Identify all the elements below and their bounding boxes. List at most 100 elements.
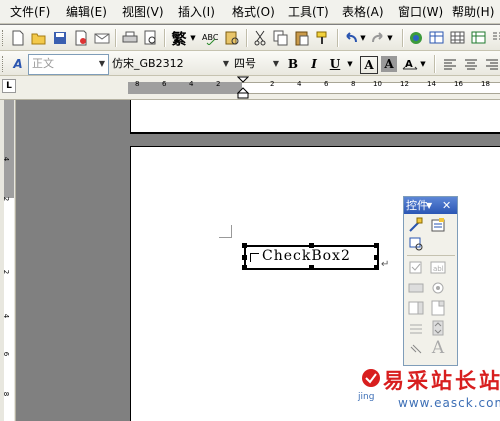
resize-handle[interactable] — [242, 255, 247, 260]
scrollbar-tool-icon[interactable] — [407, 341, 425, 359]
watermark-logo-icon — [362, 369, 380, 387]
resize-handle[interactable] — [242, 243, 247, 248]
ruler-number: 6 — [162, 80, 167, 88]
spelling-icon[interactable]: ABC — [200, 28, 220, 48]
watermark: 易采站长站 jing www.easck.com — [358, 365, 500, 421]
hyperlink-icon[interactable] — [406, 28, 426, 48]
columns-icon[interactable] — [488, 28, 500, 48]
properties-icon[interactable] — [429, 216, 447, 234]
menu-window[interactable]: 窗口(W) — [394, 0, 447, 24]
toolbar-grip[interactable] — [2, 30, 6, 46]
menu-table[interactable]: 表格(A) — [338, 0, 388, 24]
menu-format[interactable]: 格式(O) — [228, 0, 279, 24]
design-mode-icon[interactable] — [407, 216, 425, 234]
chevron-down-icon[interactable]: ▼ — [358, 28, 368, 48]
toolbar-grip[interactable] — [2, 56, 6, 72]
svg-text:abl: abl — [433, 265, 444, 273]
svg-text:A: A — [405, 59, 413, 70]
tab-selector-button[interactable]: L — [2, 79, 16, 93]
textbox-tool-icon[interactable]: abl — [429, 259, 447, 277]
toolbox-titlebar[interactable]: 控件 ▼ ✕ — [404, 197, 457, 214]
resize-handle[interactable] — [374, 265, 379, 270]
character-scaling-icon[interactable]: A — [400, 54, 420, 74]
styles-formatting-icon[interactable]: A — [8, 54, 28, 74]
align-center-icon[interactable] — [461, 54, 481, 74]
chevron-down-icon[interactable]: ▼ — [270, 55, 282, 72]
resize-handle[interactable] — [374, 243, 379, 248]
label-tool-icon[interactable]: A — [429, 338, 447, 358]
resize-handle[interactable] — [374, 255, 379, 260]
menu-insert[interactable]: 插入(I) — [174, 0, 219, 24]
resize-handle[interactable] — [242, 265, 247, 270]
format-painter-icon[interactable] — [313, 28, 333, 48]
font-size-combo[interactable]: 四号 ▼ — [230, 54, 283, 75]
ruler-number: 6 — [324, 80, 329, 88]
option-button-tool-icon[interactable] — [429, 279, 447, 297]
character-border-button[interactable]: A — [360, 56, 378, 74]
insert-table-icon[interactable] — [448, 28, 468, 48]
vertical-ruler-margin — [4, 100, 14, 198]
combobox-tool-icon[interactable] — [429, 299, 447, 317]
vertical-ruler-number: 2 — [2, 269, 11, 275]
menu-file[interactable]: 文件(F) — [6, 0, 54, 24]
italic-button[interactable]: I — [304, 54, 324, 74]
font-size-combo-value: 四号 — [234, 57, 256, 70]
listbox-tool-icon[interactable] — [407, 299, 425, 317]
cut-icon[interactable] — [250, 28, 270, 48]
ruler-number: 14 — [427, 80, 436, 88]
chevron-down-icon[interactable]: ▼ — [385, 28, 395, 48]
menu-edit[interactable]: 编辑(E) — [62, 0, 111, 24]
new-document-icon[interactable] — [8, 28, 28, 48]
checkbox-box-icon[interactable] — [250, 253, 259, 262]
ruler-number: 12 — [400, 80, 409, 88]
email-icon[interactable] — [92, 28, 112, 48]
resize-handle[interactable] — [309, 243, 314, 248]
close-icon[interactable]: ✕ — [442, 197, 451, 214]
menu-help[interactable]: 帮助(H) — [448, 0, 498, 24]
menu-view[interactable]: 视图(V) — [118, 0, 168, 24]
view-code-icon[interactable] — [407, 235, 425, 253]
watermark-small-text: jing — [358, 392, 375, 402]
print-preview-icon[interactable] — [141, 28, 161, 48]
paste-icon[interactable] — [292, 28, 312, 48]
svg-text:ABC: ABC — [202, 33, 218, 42]
bold-button[interactable]: B — [283, 54, 303, 74]
resize-handle[interactable] — [309, 265, 314, 270]
permission-icon[interactable] — [71, 28, 91, 48]
font-combo[interactable]: 仿宋_GB2312 ▼ — [108, 54, 233, 75]
command-button-tool-icon[interactable] — [407, 279, 425, 297]
style-combo[interactable]: 正文 ▼ — [28, 54, 109, 75]
align-left-icon[interactable] — [440, 54, 460, 74]
ruler-number: 4 — [297, 80, 302, 88]
indent-marker-icon[interactable] — [237, 76, 249, 100]
save-icon[interactable] — [50, 28, 70, 48]
checkbox-tool-icon[interactable] — [407, 259, 425, 277]
align-right-icon[interactable] — [482, 54, 500, 74]
toggle-button-tool-icon[interactable] — [407, 319, 425, 337]
control-toolbox: 控件 ▼ ✕ abl A — [403, 196, 458, 366]
print-icon[interactable] — [120, 28, 140, 48]
ruler-number: 2 — [216, 80, 221, 88]
chevron-down-icon[interactable]: ▼ — [345, 54, 355, 74]
underline-button[interactable]: U — [325, 54, 345, 74]
tables-borders-icon[interactable] — [427, 28, 447, 48]
research-icon[interactable] — [222, 28, 242, 48]
chevron-down-icon[interactable]: ▼ — [96, 55, 108, 72]
vertical-ruler-number: 8 — [2, 391, 11, 397]
paragraph-mark-icon: ↵ — [381, 259, 390, 270]
chevron-down-icon[interactable]: ▼ — [188, 28, 198, 48]
traditional-chinese-button[interactable]: 繁 — [168, 28, 190, 48]
spin-button-tool-icon[interactable] — [429, 319, 447, 337]
menu-tools[interactable]: 工具(T) — [284, 0, 333, 24]
checkbox-control[interactable]: CheckBox2 — [242, 243, 379, 270]
copy-icon[interactable] — [271, 28, 291, 48]
character-shading-button[interactable]: A — [381, 56, 397, 72]
chevron-down-icon[interactable]: ▼ — [418, 54, 428, 74]
style-combo-value: 正文 — [32, 57, 54, 70]
ruler-number: 8 — [135, 80, 140, 88]
toolbar-separator — [337, 29, 339, 47]
open-folder-icon[interactable] — [29, 28, 49, 48]
vertical-ruler-number: 4 — [2, 156, 11, 162]
chevron-down-icon[interactable]: ▼ — [426, 197, 432, 214]
insert-excel-icon[interactable] — [469, 28, 489, 48]
